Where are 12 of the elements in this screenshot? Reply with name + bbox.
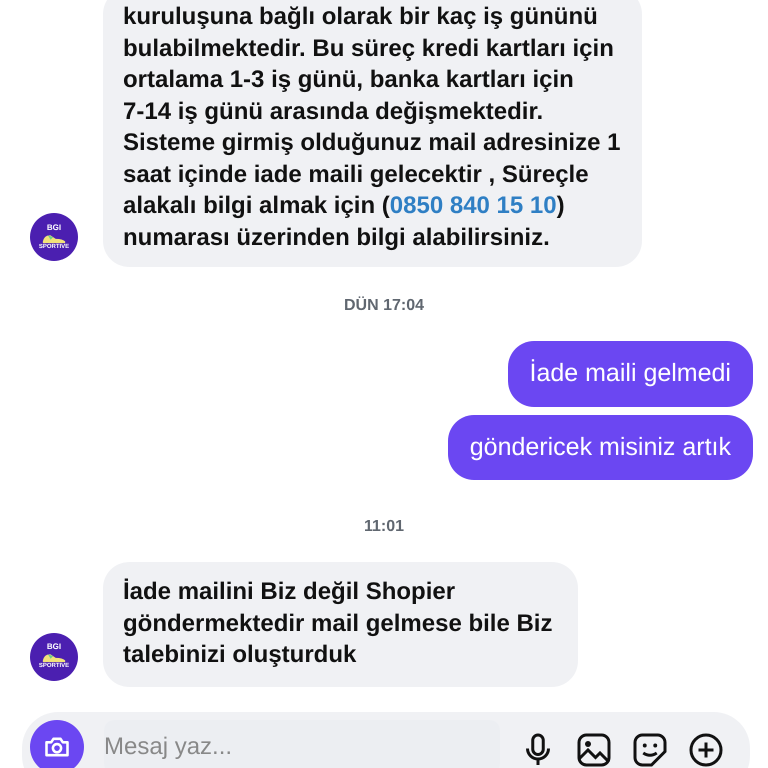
- phone-link[interactable]: 0850 840 15 10: [390, 192, 557, 219]
- message-bubble: göndericek misiniz artık: [448, 414, 753, 480]
- plus-icon[interactable]: [688, 732, 724, 768]
- message-input[interactable]: Mesaj yaz...: [104, 720, 500, 768]
- camera-button[interactable]: [30, 720, 84, 768]
- timestamp: DÜN 17:04: [342, 295, 426, 316]
- message-bubble: İade mailini Biz değil Shopier göndermektedir mail gelmese bile Biz talebinizi oluşturduk: [103, 562, 578, 686]
- message-bubble: kuruluşuna bağlı olarak bir kaç iş gününü bulabilmektedir. Bu süreç kredi kartları için ortalama 1-3 iş günü, banka kartları için 7-14 iş günü arasında değişmektedir. Sisteme girmiş olduğunuz mail adresinize 1 saat içinde iade maili gelecektir , Süreçle alakalı bilgi almak için (0850 840 15 10) numarası üzerinden bilgi alabilirsiniz.: [103, 0, 642, 267]
- image-icon[interactable]: [576, 732, 612, 768]
- message-bubble: İade maili gelmedi: [508, 341, 753, 406]
- timestamp: 11:01: [362, 517, 406, 537]
- sticker-icon[interactable]: [632, 732, 668, 768]
